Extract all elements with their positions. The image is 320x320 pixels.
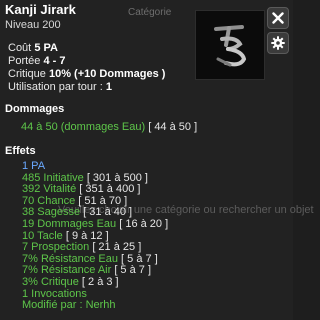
stat-critical-label: Critique [8,68,46,80]
stat-cost-value: 5 PA [34,42,58,54]
effect-line: 392 Vitalité [ 351 à 400 ] [22,183,140,195]
effect-line: 70 Chance [ 51 à 70 ] [22,195,127,207]
effect-text: 392 Vitalité [22,183,77,196]
effect-line: 7% Résistance Eau [ 5 à 7 ] [22,253,158,265]
stat-range-value: 4 - 7 [43,55,66,67]
damage-text: 44 à 50 (dommages Eau) [21,121,146,133]
settings-button[interactable] [267,32,289,54]
effect-range: [ 9 à 12 ] [62,229,109,242]
effect-line: 7 Prospection [ 21 à 25 ] [22,241,141,253]
damage-range: [ 44 à 50 ] [148,121,198,133]
stat-uses-value: 1 [105,81,112,93]
effect-line: 10 Tacle [ 9 à 12 ] [22,230,109,242]
effect-range: [ 351 à 400 ] [76,183,141,196]
close-icon [272,12,284,24]
effect-range: [ 5 à 7 ] [111,264,152,277]
effect-line: 485 Initiative [ 301 à 500 ] [22,172,148,184]
item-level: Niveau 200 [5,19,61,31]
effect-text: 7% Résistance Air [22,264,112,277]
stat-uses-per-turn: Utilisation par tour : 1 [8,81,112,93]
effects-title: Effets [5,145,36,157]
effect-line: 19 Dommages Eau [ 16 à 20 ] [22,218,168,230]
kanji-glyph-icon [196,11,264,79]
effect-line: Modifié par : Nerhh [22,299,116,311]
effect-range: [ 301 à 500 ] [83,171,148,184]
effect-range: [ 5 à 7 ] [118,252,158,265]
effect-range: [ 51 à 70 ] [75,194,128,207]
stat-cost: Coût 5 PA [8,42,58,54]
gear-icon [271,36,285,50]
stat-range-label: Portée [8,55,41,67]
effect-range: [ 16 à 20 ] [116,218,169,230]
effect-text: 7 Prospection [22,241,90,254]
effect-text: 485 Initiative [22,171,84,184]
effect-range: [ 2 à 3 ] [78,276,119,288]
effect-line: 7% Résistance Air [ 5 à 7 ] [22,264,151,276]
stat-uses-label: Utilisation par tour : [8,81,103,93]
stat-cost-label: Coût [8,42,32,54]
effect-text: 1 Invocations [22,287,87,300]
damages-title: Dommages [5,103,65,115]
effect-text: 3% Critique [22,276,79,288]
effect-line: 1 Invocations [22,288,87,300]
effect-text: 70 Chance [22,194,76,207]
stat-critical: Critique 10% (+10 Dommages ) [8,68,165,80]
effect-text: 1 PA [22,160,46,172]
effect-text: 7% Résistance Eau [22,252,118,265]
effect-text: 38 Sagesse [22,206,81,219]
stat-range: Portée 4 - 7 [8,55,66,67]
effect-range: [ 21 à 25 ] [89,241,142,254]
effect-text: Modifié par : Nerhh [22,299,116,312]
damage-line: 44 à 50 (dommages Eau) [ 44 à 50 ] [21,121,197,133]
effect-range: [ 31 à 40 ] [80,206,133,219]
item-name: Kanji Jirark [5,2,76,17]
effect-line: 38 Sagesse [ 31 à 40 ] [22,206,132,218]
effect-line: 1 PA [22,160,45,172]
effect-line: 3% Critique [ 2 à 3 ] [22,276,119,288]
stat-critical-value: 10% (+10 Dommages ) [48,68,166,80]
item-image [195,10,265,80]
effect-text: 10 Tacle [22,229,63,242]
category-label: Catégorie [128,7,172,18]
close-button[interactable] [267,7,289,29]
item-tooltip: Veuillez choisir une catégorie ou recher… [0,0,314,320]
effect-text: 19 Dommages Eau [22,218,117,230]
